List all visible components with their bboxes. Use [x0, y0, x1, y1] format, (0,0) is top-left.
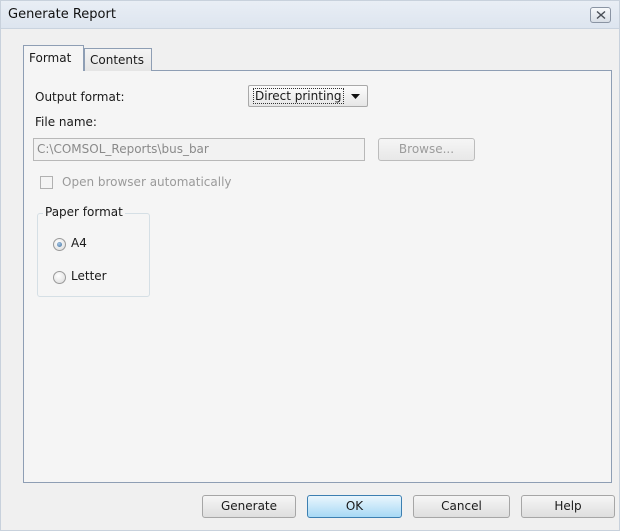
radio-letter-label: Letter [71, 269, 107, 283]
radio-letter[interactable] [53, 271, 66, 284]
radio-selected-dot [57, 242, 62, 247]
cancel-button[interactable]: Cancel [413, 495, 510, 518]
radio-a4-label: A4 [71, 236, 87, 250]
open-browser-label: Open browser automatically [62, 175, 232, 189]
title-bar[interactable]: Generate Report [1, 1, 619, 29]
output-format-value: Direct printing [253, 88, 344, 104]
output-format-select[interactable]: Direct printing [248, 85, 368, 107]
tab-format[interactable]: Format [23, 45, 84, 71]
paper-format-legend: Paper format [43, 205, 125, 219]
file-name-label: File name: [35, 115, 97, 129]
browse-button[interactable]: Browse... [378, 138, 475, 161]
tab-contents[interactable]: Contents [84, 48, 152, 71]
output-format-label: Output format: [35, 90, 125, 104]
close-button[interactable] [590, 7, 611, 23]
generate-button[interactable]: Generate [202, 495, 296, 518]
help-button[interactable]: Help [521, 495, 615, 518]
ok-button[interactable]: OK [307, 495, 402, 518]
generate-report-dialog: Generate Report Format Contents Output f… [0, 0, 620, 531]
window-title: Generate Report [8, 7, 116, 22]
file-name-field[interactable]: C:\COMSOL_Reports\bus_bar [33, 138, 365, 161]
tab-contents-label: Contents [90, 53, 144, 67]
radio-a4[interactable] [53, 238, 66, 251]
open-browser-checkbox[interactable] [40, 176, 53, 189]
chevron-down-icon [351, 94, 360, 99]
close-icon [596, 11, 605, 19]
tab-format-label: Format [29, 51, 72, 65]
paper-format-group [37, 213, 150, 297]
